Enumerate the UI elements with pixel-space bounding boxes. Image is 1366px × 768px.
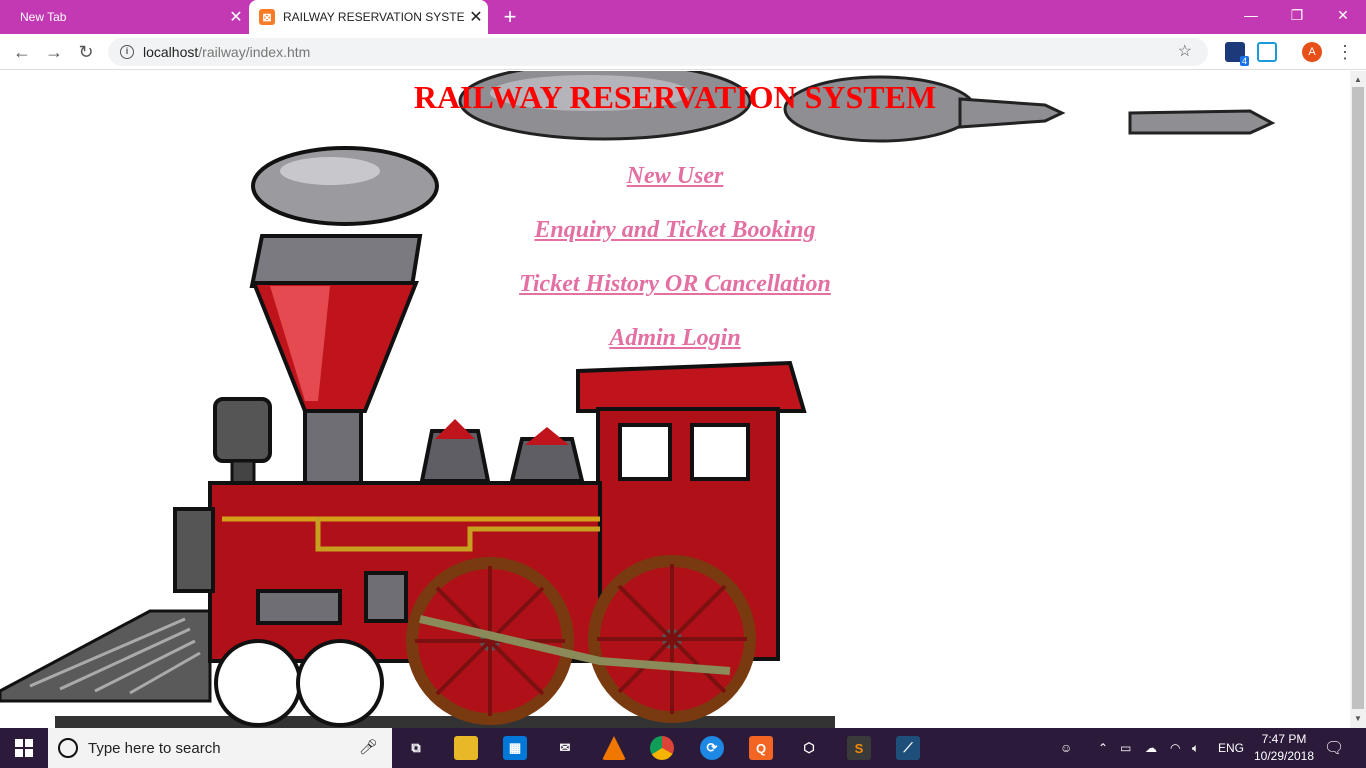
language-indicator[interactable]: ENG <box>1218 728 1244 768</box>
battery-icon[interactable]: ▭ <box>1120 728 1131 768</box>
page-content: RAILWAY RESERVATION SYSTEM New User Enqu… <box>0 71 1350 728</box>
mysql-workbench-icon[interactable]: ⟋ <box>896 736 920 760</box>
minimize-button[interactable]: — <box>1228 0 1274 32</box>
tab-title: New Tab <box>20 10 67 24</box>
wifi-icon[interactable]: ◠ <box>1170 728 1180 768</box>
windows-taskbar: Type here to search 🎤︎ ⧉ ▦ ✉ ⟳ Q ⬡ S ⟋ ☺… <box>0 728 1366 768</box>
store-icon[interactable]: ▦ <box>503 736 527 760</box>
system-clock[interactable]: 7:47 PM 10/29/2018 <box>1248 731 1320 765</box>
enquiry-ticket-booking-link[interactable]: Enquiry and Ticket Booking <box>0 217 1350 244</box>
xampp-favicon-icon: ⊠ <box>259 9 275 25</box>
info-icon[interactable]: i <box>120 45 134 59</box>
back-arrow-icon[interactable]: ← <box>9 39 35 65</box>
qbittorrent-icon[interactable]: Q <box>749 736 773 760</box>
clock-date: 10/29/2018 <box>1253 749 1315 763</box>
address-bar[interactable]: i localhost/railway/index.htm ☆ <box>108 38 1208 66</box>
taskbar-search-box[interactable]: Type here to search 🎤︎ <box>48 728 392 768</box>
windows-logo-icon <box>15 739 33 757</box>
reload-icon[interactable]: ↻ <box>73 39 99 65</box>
tab-title: RAILWAY RESERVATION SYSTEM <box>283 10 464 24</box>
page-title: RAILWAY RESERVATION SYSTEM <box>413 79 937 115</box>
clock-time: 7:47 PM <box>1261 732 1307 746</box>
browser-toolbar: ← → ↻ i localhost/railway/index.htm ☆ 4 … <box>0 34 1366 70</box>
scroll-thumb[interactable] <box>1352 87 1364 709</box>
extension-icon[interactable]: 4 <box>1225 42 1249 66</box>
task-view-icon[interactable]: ⧉ <box>404 736 428 760</box>
tab-strip: New Tab ✕ ⊠ RAILWAY RESERVATION SYSTEM ✕… <box>0 0 1366 34</box>
ticket-history-cancellation-link[interactable]: Ticket History OR Cancellation <box>0 271 1350 298</box>
tray-overflow-chevron-icon[interactable]: ⌃ <box>1098 728 1108 768</box>
action-center-icon[interactable]: 🗨︎ <box>1324 728 1344 768</box>
people-icon[interactable]: ☺ <box>1060 728 1072 768</box>
sublime-text-icon[interactable]: S <box>847 736 871 760</box>
chrome-menu-icon[interactable]: ⋮ <box>1336 39 1354 65</box>
close-tab-icon[interactable]: ✕ <box>224 7 248 27</box>
start-button[interactable] <box>0 728 48 768</box>
bookmark-star-icon[interactable]: ☆ <box>1178 38 1192 66</box>
mail-icon[interactable]: ✉ <box>553 736 577 760</box>
restore-button[interactable]: ❐ <box>1274 0 1320 32</box>
chrome-icon[interactable] <box>650 736 674 760</box>
virtualbox-icon[interactable]: ⬡ <box>797 736 821 760</box>
volume-icon[interactable]: 🔈︎ <box>1192 728 1199 768</box>
forward-arrow-icon[interactable]: → <box>41 39 67 65</box>
new-user-link[interactable]: New User <box>0 163 1350 190</box>
tab-railway-reservation[interactable]: ⊠ RAILWAY RESERVATION SYSTEM ✕ <box>249 0 488 34</box>
sync-app-icon[interactable]: ⟳ <box>700 736 724 760</box>
extension-badge: 4 <box>1239 56 1249 66</box>
vertical-scrollbar[interactable]: ▲ ▼ <box>1350 71 1366 728</box>
microphone-icon[interactable]: 🎤︎ <box>359 738 378 756</box>
profile-avatar[interactable]: A <box>1302 42 1322 62</box>
onedrive-icon[interactable]: ☁ <box>1145 728 1157 768</box>
new-tab-button[interactable]: + <box>498 4 522 30</box>
vlc-icon[interactable] <box>602 736 626 760</box>
file-explorer-icon[interactable] <box>454 736 478 760</box>
cortana-icon <box>58 738 78 758</box>
url-path: /railway/index.htm <box>198 44 311 60</box>
scroll-down-icon[interactable]: ▼ <box>1350 712 1366 726</box>
tab-new-tab[interactable]: New Tab ✕ <box>0 0 248 34</box>
search-placeholder: Type here to search <box>88 739 221 757</box>
screen-capture-extension-icon[interactable] <box>1257 42 1277 62</box>
close-tab-icon[interactable]: ✕ <box>464 7 488 27</box>
admin-login-link[interactable]: Admin Login <box>0 325 1350 352</box>
url-host: localhost <box>143 44 199 60</box>
close-window-button[interactable]: ✕ <box>1320 0 1366 32</box>
scroll-up-icon[interactable]: ▲ <box>1350 73 1366 87</box>
